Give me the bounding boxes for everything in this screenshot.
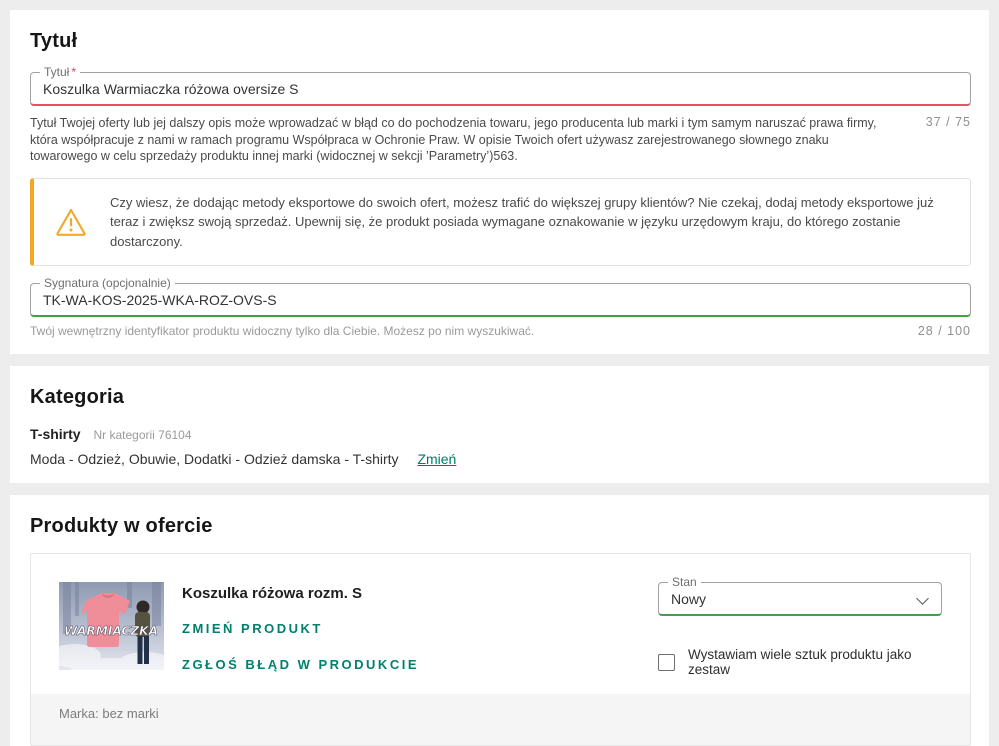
bundle-checkbox[interactable] xyxy=(658,654,675,671)
product-card-footer: Marka: bez marki xyxy=(31,694,970,745)
report-product-error-link[interactable]: ZGŁOŚ BŁĄD W PRODUKCIE xyxy=(182,657,419,672)
category-path-row: Moda - Odzież, Obuwie, Dodatki - Odzież … xyxy=(30,451,971,467)
bundle-checkbox-label: Wystawiam wiele sztuk produktu jako zest… xyxy=(688,647,942,677)
title-field-label: Tytuł* xyxy=(40,65,80,79)
signature-field-label: Sygnatura (opcjonalnie) xyxy=(40,276,175,290)
product-card-body: WARMIACZKA Koszulka różowa rozm. S ZMIEŃ… xyxy=(31,554,970,687)
products-section-heading: Produkty w ofercie xyxy=(30,515,971,538)
category-name: T-shirty xyxy=(30,426,81,442)
condition-select[interactable]: Stan Nowy xyxy=(658,582,942,616)
product-image: WARMIACZKA xyxy=(59,582,164,670)
title-input[interactable] xyxy=(31,73,970,104)
signature-char-counter: 28 / 100 xyxy=(918,324,971,338)
title-char-counter: 37 / 75 xyxy=(926,115,971,129)
title-section-heading: Tytuł xyxy=(30,30,971,53)
category-name-row: T-shirty Nr kategorii 76104 xyxy=(30,426,971,442)
condition-select-value: Nowy xyxy=(659,583,941,614)
category-change-link[interactable]: Zmień xyxy=(417,451,456,467)
warning-triangle-icon xyxy=(55,207,87,237)
product-name: Koszulka różowa rozm. S xyxy=(182,585,419,602)
product-card: WARMIACZKA Koszulka różowa rozm. S ZMIEŃ… xyxy=(30,553,971,746)
change-product-link[interactable]: ZMIEŃ PRODUKT xyxy=(182,621,323,636)
title-error-text: Tytuł Twojej oferty lub jej dalszy opis … xyxy=(30,115,880,165)
title-error-row: Tytuł Twojej oferty lub jej dalszy opis … xyxy=(30,115,971,165)
bundle-checkbox-row: Wystawiam wiele sztuk produktu jako zest… xyxy=(658,647,942,677)
category-path: Moda - Odzież, Obuwie, Dodatki - Odzież … xyxy=(30,451,399,467)
category-number: Nr kategorii 76104 xyxy=(93,428,191,442)
category-section-heading: Kategoria xyxy=(30,386,971,409)
required-asterisk: * xyxy=(71,65,76,79)
product-side-controls: Stan Nowy Wystawiam wiele sztuk produktu… xyxy=(658,582,942,677)
export-warning-banner: Czy wiesz, że dodając metody eksportowe … xyxy=(30,178,971,267)
signature-help-row: Twój wewnętrzny identyfikator produktu w… xyxy=(30,324,971,338)
product-info: Koszulka różowa rozm. S ZMIEŃ PRODUKT ZG… xyxy=(182,582,419,677)
signature-help-text: Twój wewnętrzny identyfikator produktu w… xyxy=(30,324,872,338)
tshirt-graffiti-text: WARMIACZKA xyxy=(64,624,158,638)
export-warning-text: Czy wiesz, że dodając metody eksportowe … xyxy=(110,193,944,252)
title-field[interactable]: Tytuł* xyxy=(30,72,971,106)
category-section: Kategoria T-shirty Nr kategorii 76104 Mo… xyxy=(10,366,989,483)
products-section: Produkty w ofercie xyxy=(10,495,989,746)
signature-field[interactable]: Sygnatura (opcjonalnie) xyxy=(30,283,971,317)
title-section: Tytuł Tytuł* Tytuł Twojej oferty lub jej… xyxy=(10,10,989,354)
condition-select-label: Stan xyxy=(668,575,701,589)
product-brand: Marka: bez marki xyxy=(59,706,159,721)
